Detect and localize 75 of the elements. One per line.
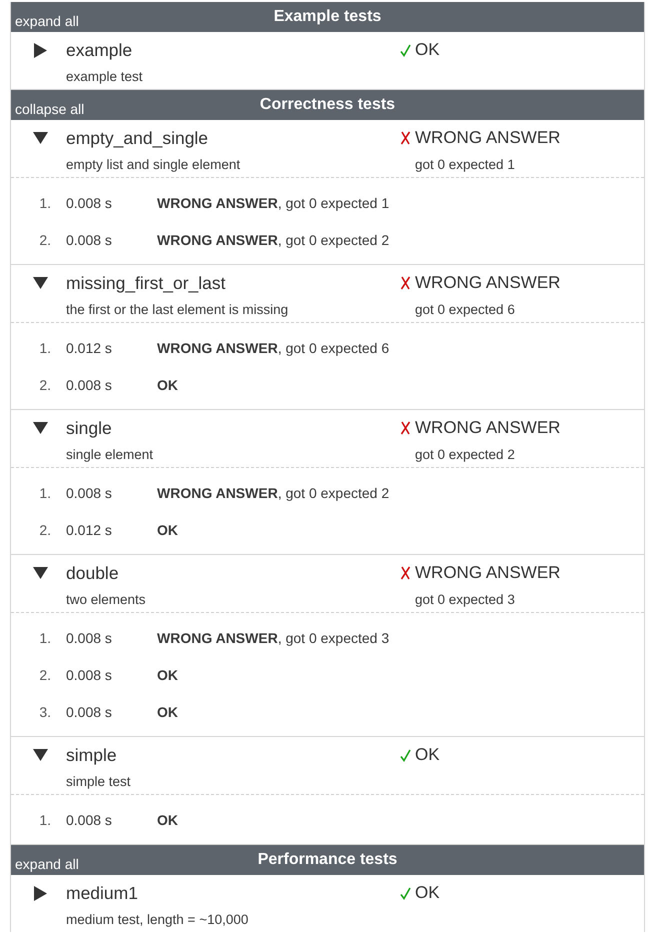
run-result: WRONG ANSWER, got 0 expected 2 [157, 484, 390, 500]
run-number: 1. [39, 484, 51, 500]
run-number: 1. [39, 812, 51, 828]
test-description: simple test [66, 774, 132, 788]
toggle-link[interactable]: expand all [15, 13, 79, 29]
test-description: the first or the last element is missing [66, 302, 290, 316]
run-number: 2. [39, 376, 51, 392]
run-number: 1. [39, 630, 51, 646]
test-status: WRONG ANSWER [415, 418, 562, 438]
run-result: OK [157, 812, 179, 828]
cross-icon [400, 276, 410, 290]
test-name: simple [66, 744, 118, 766]
run-number: 1. [39, 340, 51, 356]
test-name: empty_and_single [66, 128, 210, 148]
section-title: Correctness tests [260, 96, 396, 114]
run-result: WRONG ANSWER, got 0 expected 6 [157, 340, 390, 356]
run-number: 2. [39, 232, 51, 248]
run-time: 0.012 s [66, 340, 113, 356]
run-time: 0.008 s [66, 630, 113, 646]
run-time: 0.008 s [66, 484, 113, 500]
collapse-triangle-icon[interactable] [33, 132, 48, 144]
section-title: Example tests [274, 8, 382, 26]
toggle-link[interactable]: expand all [15, 856, 79, 872]
test-description: two elements [66, 592, 147, 606]
collapse-triangle-icon[interactable] [33, 567, 48, 579]
test-name: missing_first_or_last [66, 272, 226, 294]
test-status: WRONG ANSWER [415, 563, 562, 583]
run-number: 2. [39, 522, 51, 538]
run-time: 0.008 s [66, 812, 113, 828]
status-detail: got 0 expected 6 [415, 302, 516, 316]
expand-triangle-icon[interactable] [34, 42, 47, 58]
collapse-triangle-icon[interactable] [33, 749, 48, 761]
test-status: OK [415, 883, 441, 903]
test-name: double [66, 562, 120, 584]
run-result: OK [157, 376, 179, 392]
test-description: single element [66, 446, 154, 462]
test-status: WRONG ANSWER [415, 128, 562, 148]
toggle-link[interactable]: collapse all [15, 101, 84, 117]
test-status: OK [415, 745, 441, 765]
test-description: empty list and single element [66, 156, 242, 172]
run-result: OK [157, 666, 179, 682]
test-name: example [66, 40, 134, 60]
cross-icon [400, 421, 410, 435]
test-name: medium1 [66, 882, 139, 904]
test-name: single [66, 418, 113, 438]
status-detail: got 0 expected 1 [415, 156, 516, 172]
run-number: 2. [39, 666, 51, 682]
run-time: 0.008 s [66, 232, 113, 248]
check-icon [400, 886, 410, 900]
run-number: 1. [39, 194, 51, 210]
run-number: 3. [39, 704, 51, 720]
test-description: medium test, length = ~10,000 [66, 912, 250, 926]
run-result: WRONG ANSWER, got 0 expected 3 [157, 630, 390, 646]
run-result: WRONG ANSWER, got 0 expected 1 [157, 194, 390, 210]
run-result: WRONG ANSWER, got 0 expected 2 [157, 232, 390, 248]
test-description: example test [66, 68, 144, 84]
check-icon [400, 748, 410, 762]
status-detail: got 0 expected 3 [415, 592, 516, 606]
section-title: Performance tests [258, 851, 398, 869]
status-detail: got 0 expected 2 [415, 446, 516, 462]
run-time: 0.008 s [66, 376, 113, 392]
run-time: 0.008 s [66, 666, 113, 682]
test-status: WRONG ANSWER [415, 273, 562, 293]
test-status: OK [415, 40, 441, 60]
run-time: 0.008 s [66, 194, 113, 210]
run-result: OK [157, 704, 179, 720]
run-time: 0.012 s [66, 522, 113, 538]
cross-icon [400, 131, 410, 145]
run-result: OK [157, 522, 179, 538]
cross-icon [400, 566, 410, 580]
expand-triangle-icon[interactable] [34, 886, 47, 900]
collapse-triangle-icon[interactable] [33, 277, 48, 289]
check-icon [400, 44, 410, 56]
collapse-triangle-icon[interactable] [33, 422, 48, 434]
run-time: 0.008 s [66, 704, 113, 720]
